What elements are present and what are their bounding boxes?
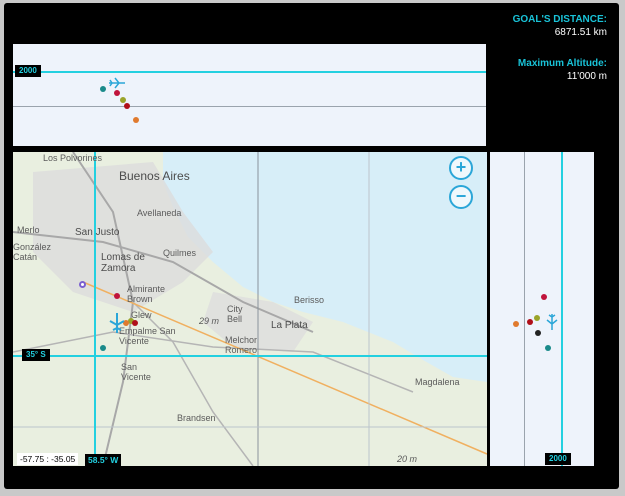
map-marker-teal[interactable] — [100, 345, 106, 351]
place-label: Glew — [131, 310, 152, 320]
place-label: Merlo — [17, 225, 40, 235]
place-label: Berisso — [294, 295, 325, 305]
place-label: Lomas de Zamora — [101, 252, 145, 274]
window-frame: GOAL'S DISTANCE: 6871.51 km Maximum Alti… — [0, 0, 625, 496]
zoom-out-button[interactable]: − — [449, 185, 473, 209]
place-label: Brandsen — [177, 413, 216, 423]
side-altitude-line — [561, 152, 563, 466]
depth-label: 29 m — [199, 316, 220, 326]
longitude-line — [94, 152, 96, 466]
profile-marker-teal — [100, 86, 106, 92]
profile-marker-orange — [133, 117, 139, 123]
place-label: Los Polvorines — [43, 153, 103, 163]
profile-marker-darkred — [124, 103, 130, 109]
top-altitude-tag: 2000 — [15, 65, 41, 77]
plane-side-icon — [546, 314, 558, 330]
place-label: González Catán — [13, 242, 52, 262]
plane-map-icon[interactable] — [108, 312, 126, 334]
place-label: Buenos Aires — [119, 169, 190, 183]
goal-distance-label: GOAL'S DISTANCE: — [512, 14, 607, 25]
zoom-in-button[interactable]: + — [449, 156, 473, 180]
plane-icon — [109, 77, 125, 89]
depth-label: 20 m — [397, 454, 418, 464]
place-label: Avellaneda — [137, 208, 182, 218]
map-marker-darkred[interactable] — [132, 320, 138, 326]
side-marker-orange — [513, 321, 519, 327]
place-label: San Justo — [75, 227, 120, 238]
side-altitude-profile: 2000 — [490, 152, 594, 466]
place-label: Quilmes — [163, 248, 197, 258]
place-label: Melchor Romero — [225, 335, 258, 355]
max-altitude-label: Maximum Altitude: — [517, 58, 607, 69]
map-marker-red[interactable] — [114, 293, 120, 299]
map-view[interactable]: Los Polvorines Buenos Aires Avellaneda S… — [13, 152, 487, 466]
longitude-tag: 58.5° W — [85, 454, 122, 466]
side-marker-red — [541, 294, 547, 300]
altitude-line — [13, 71, 486, 73]
profile-marker-red — [114, 90, 120, 96]
side-marker-olive — [534, 315, 540, 321]
reference-line — [13, 106, 486, 107]
coordinate-readout: -57.75 : -35.05 — [17, 453, 79, 465]
place-label: City Bell — [227, 304, 243, 324]
side-reference-line — [524, 152, 525, 466]
waypoint-marker[interactable] — [79, 281, 86, 288]
place-label: San Vicente — [121, 362, 151, 382]
side-marker-black — [535, 330, 541, 336]
side-marker-darkred — [527, 319, 533, 325]
goal-distance-value: 6871.51 km — [554, 27, 607, 38]
profile-marker-olive — [120, 97, 126, 103]
max-altitude-value: 11'000 m — [566, 71, 607, 82]
latitude-tag: 35° S — [22, 349, 50, 361]
place-label: Magdalena — [415, 377, 460, 387]
latitude-line — [13, 355, 487, 357]
side-marker-teal — [545, 345, 551, 351]
side-altitude-tag: 2000 — [545, 453, 571, 465]
place-label: Empalme San Vicente — [119, 326, 176, 346]
place-label: Almirante Brown — [127, 284, 166, 304]
top-altitude-profile: 2000 — [13, 44, 486, 146]
place-label: La Plata — [271, 320, 308, 331]
